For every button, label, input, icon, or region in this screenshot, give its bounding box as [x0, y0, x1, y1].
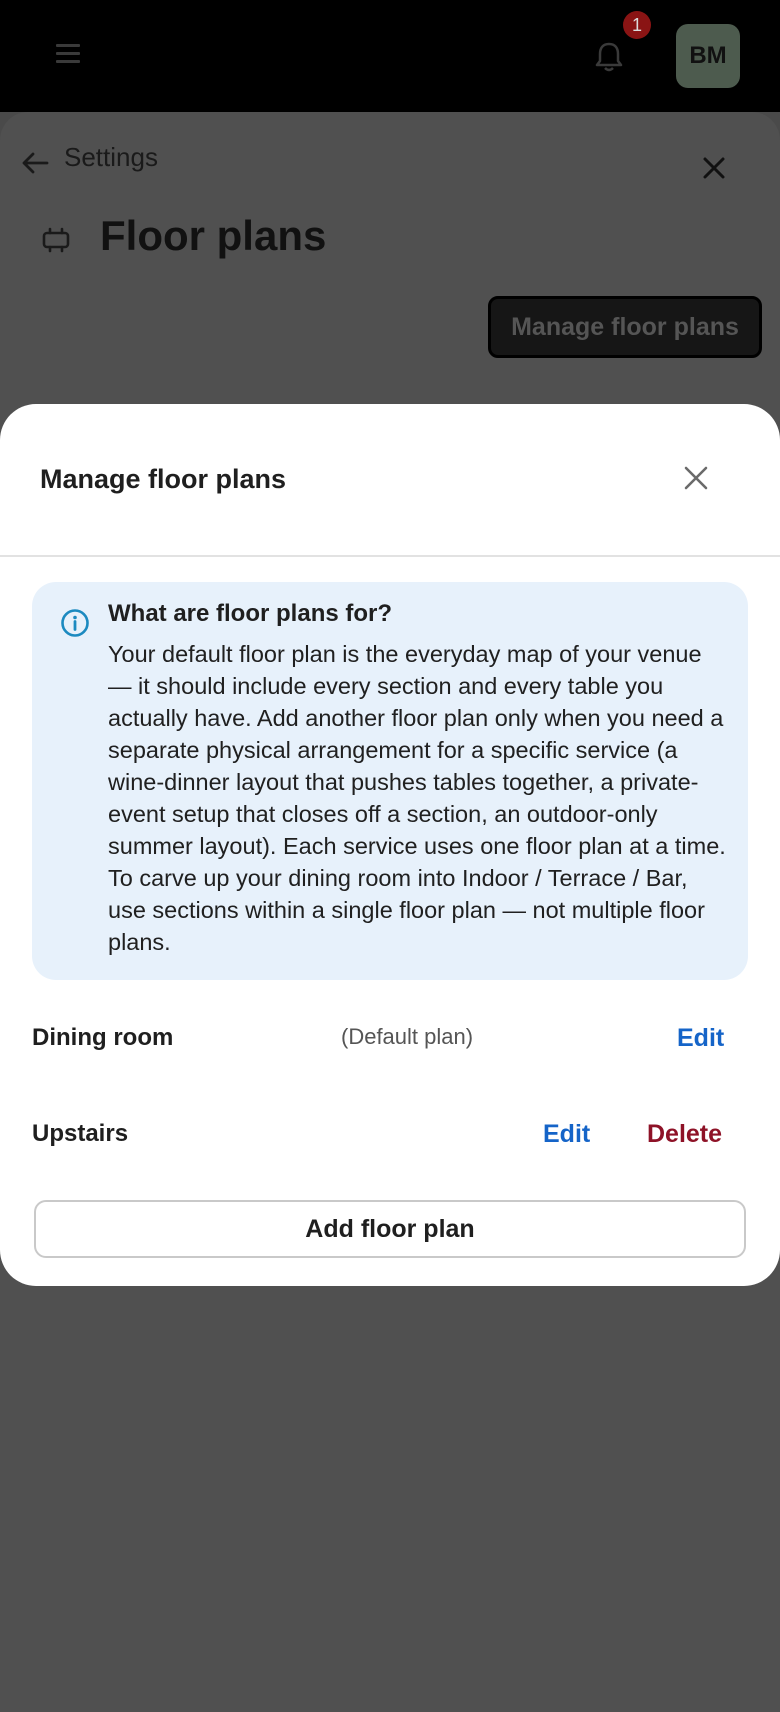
edit-dining-room-button[interactable]: Edit [677, 1024, 724, 1053]
notification-badge: 1 [623, 11, 651, 39]
floor-plan-name: Dining room [32, 1024, 174, 1051]
avatar[interactable]: BM [676, 24, 740, 88]
top-app-bar: 1 BM [0, 0, 780, 112]
floor-plan-icon [38, 222, 74, 258]
back-arrow-icon[interactable] [20, 148, 50, 178]
info-callout: What are floor plans for? Your default f… [32, 582, 748, 980]
add-floor-plan-button[interactable]: Add floor plan [34, 1200, 746, 1258]
page-title: Floor plans [100, 212, 327, 259]
close-icon[interactable] [682, 464, 710, 492]
close-icon[interactable] [700, 154, 728, 182]
dialog-divider [0, 555, 780, 557]
menu-icon[interactable] [56, 44, 80, 64]
edit-upstairs-button[interactable]: Edit [543, 1120, 590, 1149]
info-heading: What are floor plans for? [108, 600, 393, 627]
manage-floor-plans-dialog: Manage floor plans What are floor plans … [0, 404, 780, 1286]
info-body: Your default floor plan is the everyday … [108, 641, 726, 955]
dialog-title: Manage floor plans [40, 464, 287, 494]
info-icon [60, 608, 90, 638]
manage-floor-plans-button[interactable]: Manage floor plans [488, 296, 762, 358]
default-plan-note: (Default plan) [341, 1024, 474, 1049]
back-link-label[interactable]: Settings [64, 142, 158, 173]
floor-plan-name: Upstairs [32, 1120, 129, 1147]
bell-icon[interactable] [590, 38, 628, 76]
delete-upstairs-button[interactable]: Delete [647, 1120, 722, 1149]
